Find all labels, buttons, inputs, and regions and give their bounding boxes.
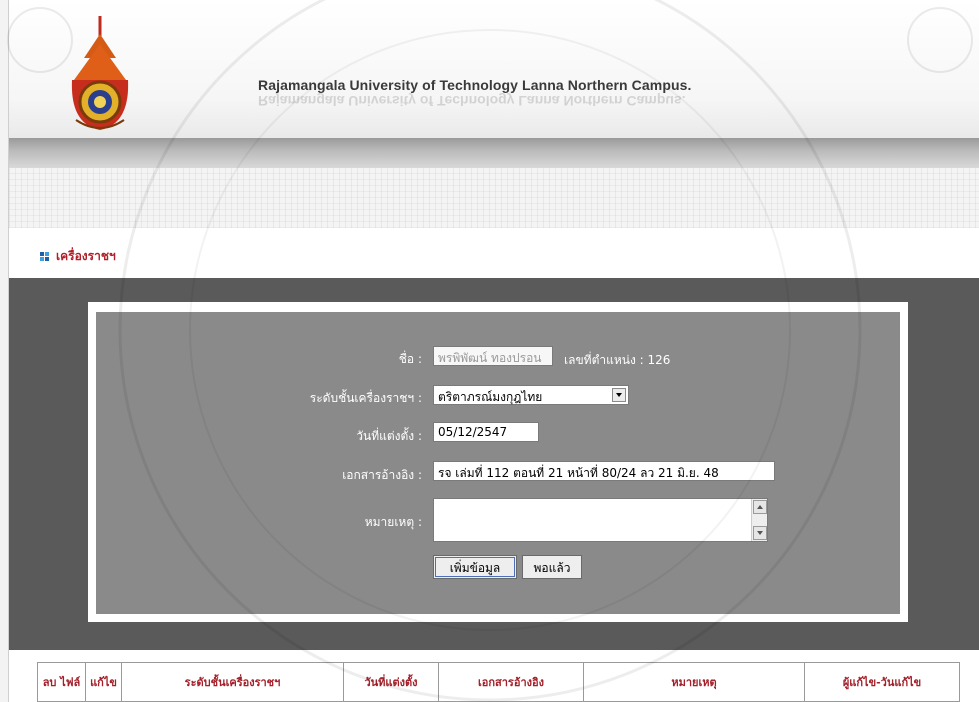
scroll-down-icon[interactable] xyxy=(753,526,767,540)
appointment-date-field[interactable]: 05/12/2547 xyxy=(433,422,539,442)
reference-document-field[interactable]: รจ เล่มที่ 112 ตอนที่ 21 หน้าที่ 80/24 ล… xyxy=(433,461,775,481)
column-header-editor-date: ผู้แก้ไข-วันแก้ไข xyxy=(842,676,922,689)
column-header-level: ระดับชั้นเครื่องราชฯ xyxy=(122,663,344,702)
level-select-value: ตริตาภรณ์มงกุฎไทย xyxy=(438,390,543,404)
grid-band xyxy=(9,168,979,228)
page: Rajamangala University of Technology Lan… xyxy=(0,0,979,702)
note-scrollbar[interactable] xyxy=(751,499,767,541)
column-header-appointment-date: วันที่แต่งตั้ง xyxy=(344,663,439,702)
column-header-note: หมายเหตุ xyxy=(584,663,805,702)
note-label: หมายเหตุ : xyxy=(364,515,422,529)
note-textarea[interactable] xyxy=(433,498,768,542)
scroll-up-icon[interactable] xyxy=(753,500,767,514)
column-header-delete-file: ลบ ไฟล์ xyxy=(38,663,86,702)
header xyxy=(9,0,979,140)
date-label: วันที่แต่งตั้ง : xyxy=(356,429,422,443)
name-label: ชื่อ : xyxy=(398,352,422,366)
university-title-reflection: Rajamangala University of Technology Lan… xyxy=(258,93,686,109)
level-select[interactable]: ตริตาภรณ์มงกุฎไทย xyxy=(433,385,629,405)
name-field: พรพิพัฒน์ ทองปรอน xyxy=(433,346,553,366)
chevron-down-icon[interactable] xyxy=(612,388,626,402)
section-title: เครื่องราชฯ xyxy=(56,249,116,263)
bullet-squares-icon xyxy=(40,252,50,262)
records-table-header: ลบ ไฟล์ แก้ไข ระดับชั้นเครื่องราชฯ วันที… xyxy=(37,662,960,702)
add-data-button[interactable]: เพิ่มข้อมูล xyxy=(433,555,517,579)
left-border xyxy=(0,0,9,702)
done-button[interactable]: พอแล้ว xyxy=(522,555,582,579)
university-emblem-icon xyxy=(71,16,129,130)
university-title: Rajamangala University of Technology Lan… xyxy=(258,77,692,93)
column-header-reference: เอกสารอ้างอิง xyxy=(439,663,584,702)
column-header-edit: แก้ไข xyxy=(86,663,122,702)
reference-label: เอกสารอ้างอิง : xyxy=(342,468,422,482)
level-label: ระดับชั้นเครื่องราชฯ : xyxy=(309,391,422,405)
section-title-row xyxy=(9,228,979,278)
position-number-text: เลขที่ตำแหน่ง : 126 xyxy=(564,353,671,367)
header-band xyxy=(9,138,979,168)
